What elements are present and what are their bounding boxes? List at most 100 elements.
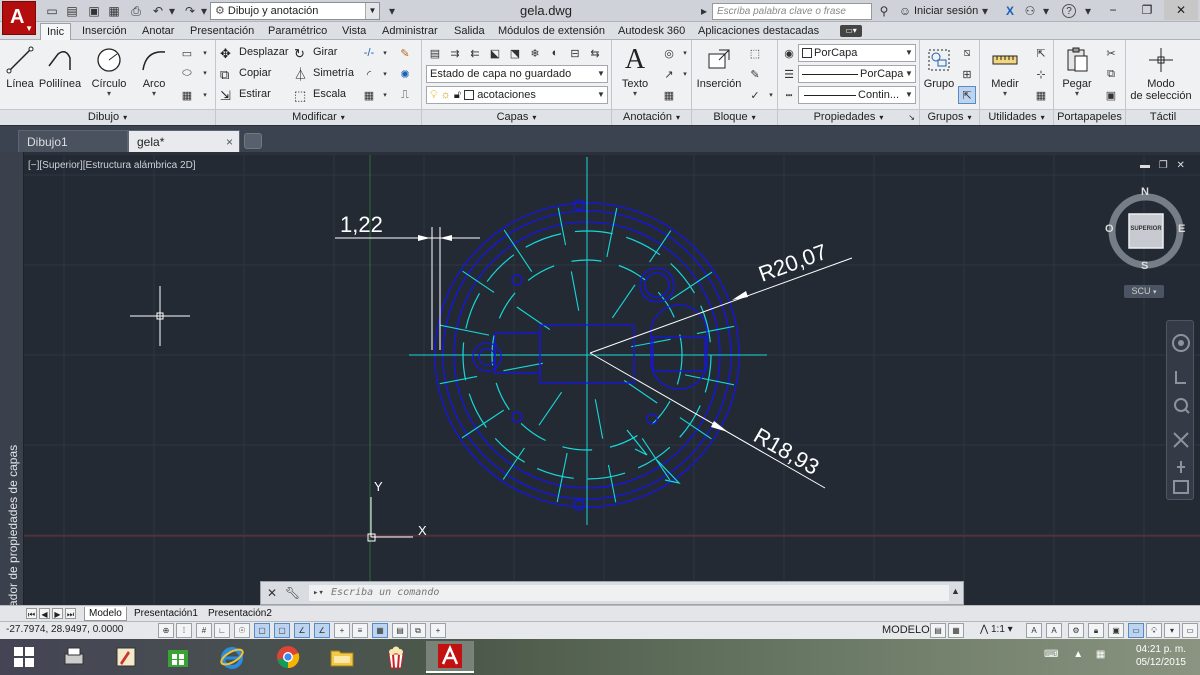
layer-freeze-icon[interactable]: ❄ <box>526 44 544 62</box>
file-tab-dibujo1[interactable]: Dibujo1 <box>18 130 128 152</box>
scale-button[interactable]: ⬚ Escala <box>294 85 346 104</box>
layer-isolate-icon[interactable]: ⬕ <box>486 44 504 62</box>
help-icon[interactable]: ? <box>1062 4 1076 18</box>
tab-aplicaciones-destacadas[interactable]: Aplicaciones destacadas <box>692 23 825 40</box>
panel-dibujo-title[interactable]: Dibujo ▾ <box>0 109 215 125</box>
layout-tab-modelo[interactable]: Modelo <box>84 607 127 621</box>
viewport-controls-label[interactable]: [−][Superior][Estructura alámbrica 2D] <box>28 160 196 171</box>
pan-icon[interactable] <box>1167 365 1195 389</box>
binoculars-icon[interactable]: ⚲ <box>876 3 892 19</box>
linetype-select[interactable]: PorCapa ▼ <box>798 65 916 83</box>
start-button[interactable] <box>0 641 48 673</box>
insert-block-button[interactable]: Inserción <box>696 44 742 90</box>
explode-icon[interactable]: ✺ <box>396 65 414 83</box>
tab-administrar[interactable]: Administrar <box>376 23 444 40</box>
tab-autodesk-360[interactable]: Autodesk 360 <box>612 23 691 40</box>
taskbar-clock[interactable]: 04:21 p. m. 05/12/2015 <box>1126 643 1186 669</box>
quick-access-menu-icon[interactable]: ▾ <box>384 3 400 19</box>
file-tab-gela[interactable]: gela* × <box>128 130 240 152</box>
panel-modificar-title[interactable]: Modificar ▾ <box>216 109 421 125</box>
panel-utilidades-title[interactable]: Utilidades ▾ <box>980 109 1053 125</box>
undo-dropdown-icon[interactable]: ▾ <box>164 3 180 19</box>
model-space-toggle[interactable]: MODELO <box>882 624 930 636</box>
lineweight-select[interactable]: Contin... ▼ <box>798 86 916 104</box>
viewcube-face-top[interactable]: SUPERIOR <box>1129 226 1163 232</box>
chevron-down-icon[interactable]: ▾ <box>376 86 394 104</box>
chevron-down-icon[interactable]: ▾ <box>196 44 214 62</box>
erase-icon[interactable]: ✎ <box>396 44 414 62</box>
rotate-button[interactable]: ↻ Girar <box>294 43 337 62</box>
layout-tab-presentacion1[interactable]: Presentación1 <box>130 607 202 620</box>
orbit-icon[interactable] <box>1167 429 1195 453</box>
mirror-button[interactable]: ⏃ Simetría <box>294 64 354 83</box>
paste-button[interactable]: Pegar ▾ <box>1058 44 1096 98</box>
group-edit-icon[interactable]: ⊞ <box>958 65 976 83</box>
panel-grupos-title[interactable]: Grupos ▾ <box>920 109 979 125</box>
infer-constraints-icon[interactable]: ⊕ <box>158 623 174 638</box>
circle-tool-button[interactable]: Círculo ▾ <box>88 44 130 98</box>
taskbar-app-internet-explorer[interactable] <box>208 641 256 673</box>
arc-tool-button[interactable]: Arco ▾ <box>136 44 172 98</box>
group-button[interactable]: Grupo <box>922 44 956 90</box>
layer-match-icon[interactable]: ⇉ <box>446 44 464 62</box>
ribbon-minimize-toggle[interactable]: ▭▾ <box>840 25 862 37</box>
tab-inicio[interactable]: Inic <box>40 23 72 40</box>
object-snap-tracking-icon[interactable]: ∠ <box>294 623 310 638</box>
copy-clip-icon[interactable]: ⧉ <box>1102 65 1120 83</box>
panel-tactil-title[interactable]: Táctil <box>1126 109 1200 125</box>
prev-layout-icon[interactable]: ◀ <box>39 608 50 619</box>
chevron-down-icon[interactable]: ▾ <box>88 89 130 98</box>
compass-east[interactable]: E <box>1178 223 1185 235</box>
layer-select[interactable]: 💡︎ ☼ 🔓︎ acotaciones ▼ <box>426 86 608 104</box>
quick-view-layouts-icon[interactable]: ▤ <box>930 623 946 638</box>
chevron-down-icon[interactable]: ▾ <box>1058 89 1096 98</box>
point-id-icon[interactable]: ⊹ <box>1032 65 1050 83</box>
chevron-down-icon[interactable]: ▾ <box>376 44 394 62</box>
hardware-acceleration-icon[interactable]: ▣ <box>1108 623 1124 638</box>
open-file-icon[interactable]: ▤ <box>64 3 80 19</box>
panel-anotacion-title[interactable]: Anotación ▾ <box>612 109 691 125</box>
snap-mode-icon[interactable]: ⁞ <box>176 623 192 638</box>
auto-scale-icon[interactable]: A <box>1046 623 1062 638</box>
restore-icon[interactable]: ❐ <box>1159 160 1168 171</box>
panel-capas-title[interactable]: Capas ▾ <box>422 109 611 125</box>
layout-tab-presentacion2[interactable]: Presentación2 <box>204 607 276 620</box>
tab-vista[interactable]: Vista <box>336 23 372 40</box>
quick-properties-icon[interactable]: ▤ <box>392 623 408 638</box>
compass-west[interactable]: O <box>1105 223 1114 235</box>
signin-dropdown-icon[interactable]: ▾ <box>977 3 993 19</box>
new-file-icon[interactable]: ▭ <box>44 3 60 19</box>
taskbar-app-popcorn[interactable] <box>372 641 420 673</box>
layer-properties-palette[interactable]: Administrador de propiedades de capas <box>0 152 24 657</box>
rectangle-icon[interactable]: ▭ <box>178 44 196 62</box>
chevron-down-icon[interactable]: ▾ <box>196 64 214 82</box>
last-layout-icon[interactable]: ⏭ <box>65 608 76 619</box>
taskbar-app-paint[interactable] <box>102 641 150 673</box>
line-tool-button[interactable]: Línea <box>4 44 36 90</box>
showmotion-icon[interactable] <box>1167 457 1195 477</box>
linetype-icon[interactable]: ┅ <box>780 86 798 104</box>
connect-dropdown-icon[interactable]: ▾ <box>1038 3 1054 19</box>
layer-off-icon[interactable]: ◐ <box>546 44 564 62</box>
dynamic-input-icon[interactable]: + <box>334 623 350 638</box>
coordinates-readout[interactable]: -27.7974, 28.9497, 0.0000 <box>6 624 123 635</box>
taskbar-app-file-explorer[interactable] <box>318 641 366 673</box>
layer-properties-icon[interactable]: ▤ <box>426 44 444 62</box>
calculator-icon[interactable]: ▦ <box>1032 86 1050 104</box>
table-icon[interactable]: ▦ <box>660 86 678 104</box>
annotation-visibility-icon[interactable]: A <box>1026 623 1042 638</box>
text-tool-button[interactable]: A Texto ▾ <box>618 44 652 98</box>
tab-insercion[interactable]: Inserción <box>76 23 133 40</box>
close-icon[interactable]: × <box>226 131 233 153</box>
chevron-down-icon[interactable]: ▾ <box>136 89 172 98</box>
minimize-button[interactable]: − <box>1096 0 1130 20</box>
compass-north[interactable]: N <box>1141 186 1149 198</box>
polar-tracking-icon[interactable]: ☉ <box>234 623 250 638</box>
chevron-up-icon[interactable]: ▲ <box>951 586 960 596</box>
tab-presentacion[interactable]: Presentación <box>184 23 260 40</box>
print-icon[interactable]: ⎙ <box>128 3 144 19</box>
wrench-icon[interactable]: 🔧︎ <box>285 586 300 600</box>
match-properties-icon[interactable]: ◉ <box>780 44 798 62</box>
stretch-button[interactable]: ⇲ Estirar <box>220 85 271 104</box>
workspace-switch-icon[interactable]: ⚙ <box>1068 623 1084 638</box>
